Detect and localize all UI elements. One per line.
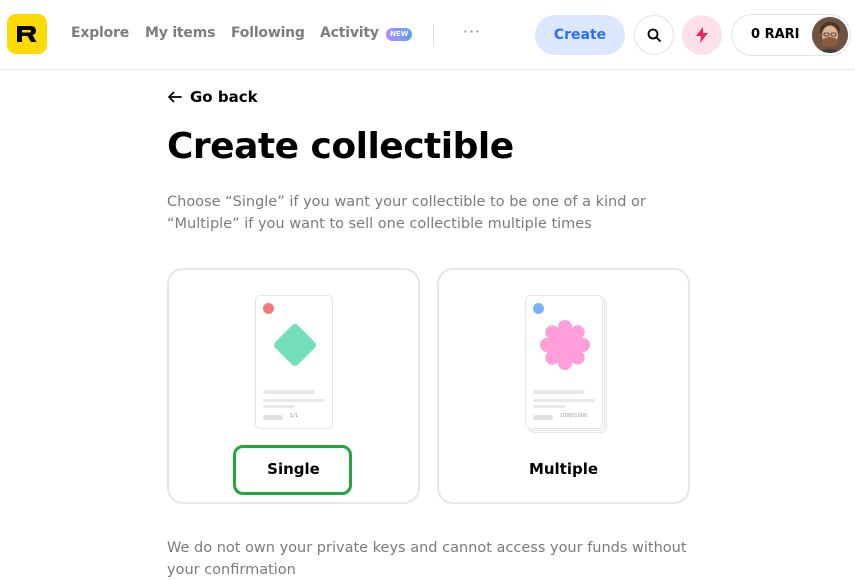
page-title: Create collectible (167, 126, 514, 167)
status-dot (533, 303, 544, 314)
multiple-label: Multiple (528, 460, 599, 478)
nav-explore[interactable]: Explore (71, 25, 129, 41)
edition-count: 1/1 (290, 413, 299, 419)
single-label: Single (267, 460, 320, 478)
user-avatar-image (812, 17, 848, 53)
placeholder-pill (533, 415, 553, 420)
rarible-logo[interactable] (7, 14, 47, 54)
go-back-label: Go back (190, 88, 258, 106)
avatar[interactable] (812, 17, 848, 53)
search-icon (647, 28, 661, 42)
placeholder-line (263, 390, 315, 394)
flower-shape-icon (540, 320, 590, 370)
new-badge: NEW (386, 28, 413, 41)
single-option-card[interactable]: 1/1 Single (167, 268, 420, 504)
diamond-shape-icon (274, 324, 316, 366)
search-button[interactable] (634, 15, 674, 55)
activity-bolt-button[interactable] (682, 15, 722, 55)
security-note: We do not own your private keys and cann… (167, 540, 687, 578)
wallet-button[interactable]: 0 RARI (731, 14, 851, 56)
placeholder-line (533, 390, 585, 394)
placeholder-line (263, 399, 325, 402)
rarible-logo-icon (17, 26, 37, 42)
placeholder-line (533, 399, 595, 402)
nav-my-items[interactable]: My items (145, 25, 215, 41)
page-description: Choose “Single” if you want your collect… (167, 194, 646, 232)
go-back-link[interactable]: Go back (167, 88, 258, 106)
more-icon[interactable]: ··· (462, 22, 482, 42)
lightning-icon (696, 27, 708, 43)
status-dot (263, 303, 274, 314)
single-preview: 1/1 (255, 295, 333, 429)
multiple-option-card[interactable]: 1000/1000 Multiple (437, 268, 690, 504)
nav-following[interactable]: Following (231, 25, 305, 41)
arrow-left-icon (168, 91, 182, 103)
nav-divider (433, 24, 434, 46)
top-navbar: Explore My items Following Activity NEW … (0, 0, 855, 70)
placeholder-pill (263, 415, 283, 420)
placeholder-line (533, 405, 565, 408)
create-button[interactable]: Create (535, 15, 625, 55)
nav-activity[interactable]: Activity (320, 25, 379, 41)
wallet-balance: 0 RARI (751, 27, 800, 42)
edition-count: 1000/1000 (560, 413, 588, 419)
multiple-preview: 1000/1000 (525, 295, 603, 429)
placeholder-line (263, 405, 295, 408)
